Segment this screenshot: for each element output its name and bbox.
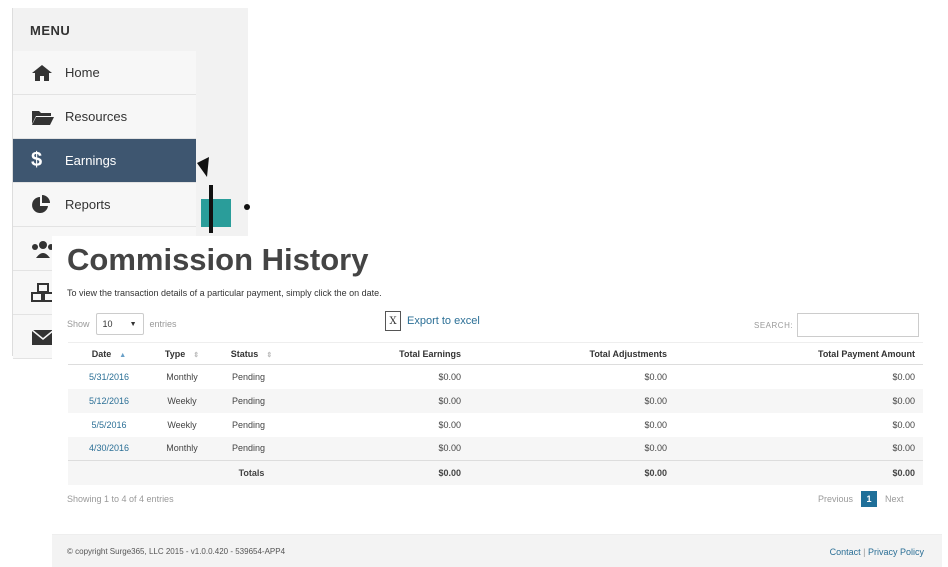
date-link[interactable]: 4/30/2016 [89,443,129,453]
copyright-text: © copyright Surge365, LLC 2015 - v1.0.0.… [67,547,286,556]
menu-item-home[interactable]: Home [13,51,196,95]
page-size-select[interactable]: 10 ▼ [95,313,144,335]
entries-label: entries [149,319,177,329]
column-header-total-earnings[interactable]: Total Earnings [289,342,469,365]
status-cell: Pending [232,371,266,382]
column-header-type[interactable]: Type ⇕ [150,342,214,365]
earnings-cell: $0.00 [289,388,469,413]
payment-cell: $0.00 [892,371,915,382]
column-header-total-adjustments[interactable]: Total Adjustments [469,342,675,365]
status-cell: Pending [214,436,289,461]
dollar-icon: $ [31,149,43,171]
table-row: 5/5/2016 Weekly Pending $0.00 $0.00 $0.0… [68,413,923,437]
sort-asc-icon: ▲ [119,351,127,359]
payment-cell: $0.00 [892,419,915,430]
search-label: SEARCH: [754,320,794,330]
adjustments-cell: $0.00 [469,436,675,461]
menu-item-label: Earnings [65,153,117,168]
privacy-policy-link[interactable]: Privacy Policy [868,547,924,557]
previous-page-button[interactable]: Previous [818,494,853,504]
commission-history-panel: Commission History To view the transacti… [52,236,942,567]
export-label: Export to excel [407,315,480,327]
entries-info: Showing 1 to 4 of 4 entries [67,494,174,504]
earnings-cell: $0.00 [438,419,461,430]
pagination: Previous 1 Next [818,491,904,507]
screen: MENU Home Resources $ Earnings Reports C… [0,0,948,567]
type-cell: Monthly [150,436,214,461]
pie-chart-icon [31,194,61,215]
search-input[interactable] [797,313,920,337]
column-header-status[interactable]: Status ⇕ [214,342,289,365]
search-control: SEARCH: [754,313,920,337]
status-cell: Pending [232,419,266,430]
footer-separator: | [863,547,866,557]
earnings-cell: $0.00 [289,436,469,461]
payment-cell: $0.00 [675,388,923,413]
page-subtitle: To view the transaction details of a par… [67,288,382,298]
sort-icon: ⇕ [266,351,273,359]
home-icon [31,64,61,82]
column-header-date[interactable]: Date ▲ [68,342,150,365]
menu-header: MENU [30,23,71,38]
menu-item-label: Reports [65,197,111,212]
column-header-total-payment-amount[interactable]: Total Payment Amount [675,342,923,365]
footer-links: Contact | Privacy Policy [830,547,924,557]
earnings-cell: $0.00 [438,371,461,382]
adjustments-cell: $0.00 [644,371,667,382]
export-to-excel-link[interactable]: X Export to excel [385,311,480,331]
payment-cell: $0.00 [675,436,923,461]
type-cell: Weekly [150,388,214,413]
date-link[interactable]: 5/5/2016 [91,420,126,430]
background-graphic [197,157,250,233]
table-row: 4/30/2016 Monthly Pending $0.00 $0.00 $0… [68,436,923,461]
folder-icon [31,108,61,126]
contact-link[interactable]: Contact [830,547,861,557]
commission-table: Date ▲ Type ⇕ Status ⇕ Total Earnings Total… [68,342,923,485]
status-cell: Pending [214,388,289,413]
adjustments-cell: $0.00 [469,388,675,413]
page-title: Commission History [67,242,369,277]
menu-item-label: Resources [65,109,128,124]
type-cell: Weekly [167,419,197,430]
excel-file-icon: X [385,311,401,331]
menu-item-earnings[interactable]: $ Earnings [13,139,196,183]
table-row: 5/12/2016 Weekly Pending $0.00 $0.00 $0.… [68,388,923,413]
page-1-button[interactable]: 1 [861,491,878,507]
table-header-row: Date ▲ Type ⇕ Status ⇕ Total Earnings Total… [68,342,923,365]
show-label: Show [67,319,90,329]
total-payment-value: $0.00 [675,460,923,485]
menu-item-resources[interactable]: Resources [13,95,196,139]
type-cell: Monthly [166,371,198,382]
page-size-value: 10 [102,319,113,329]
total-adjustments-value: $0.00 [469,460,675,485]
chevron-down-icon: ▼ [129,320,137,328]
menu-item-reports[interactable]: Reports [13,183,196,227]
date-link[interactable]: 5/12/2016 [89,396,129,406]
table-row: 5/31/2016 Monthly Pending $0.00 $0.00 $0… [68,365,923,389]
totals-label: Totals [214,460,289,485]
next-page-button[interactable]: Next [885,494,904,504]
date-link[interactable]: 5/31/2016 [89,372,129,382]
totals-row: Totals $0.00 $0.00 $0.00 [68,460,923,485]
sort-icon: ⇕ [193,351,200,359]
adjustments-cell: $0.00 [644,419,667,430]
page-size-control: Show 10 ▼ entries [67,313,177,335]
menu-item-label: Home [65,65,100,80]
footer: © copyright Surge365, LLC 2015 - v1.0.0.… [52,534,942,567]
total-earnings-value: $0.00 [289,460,469,485]
